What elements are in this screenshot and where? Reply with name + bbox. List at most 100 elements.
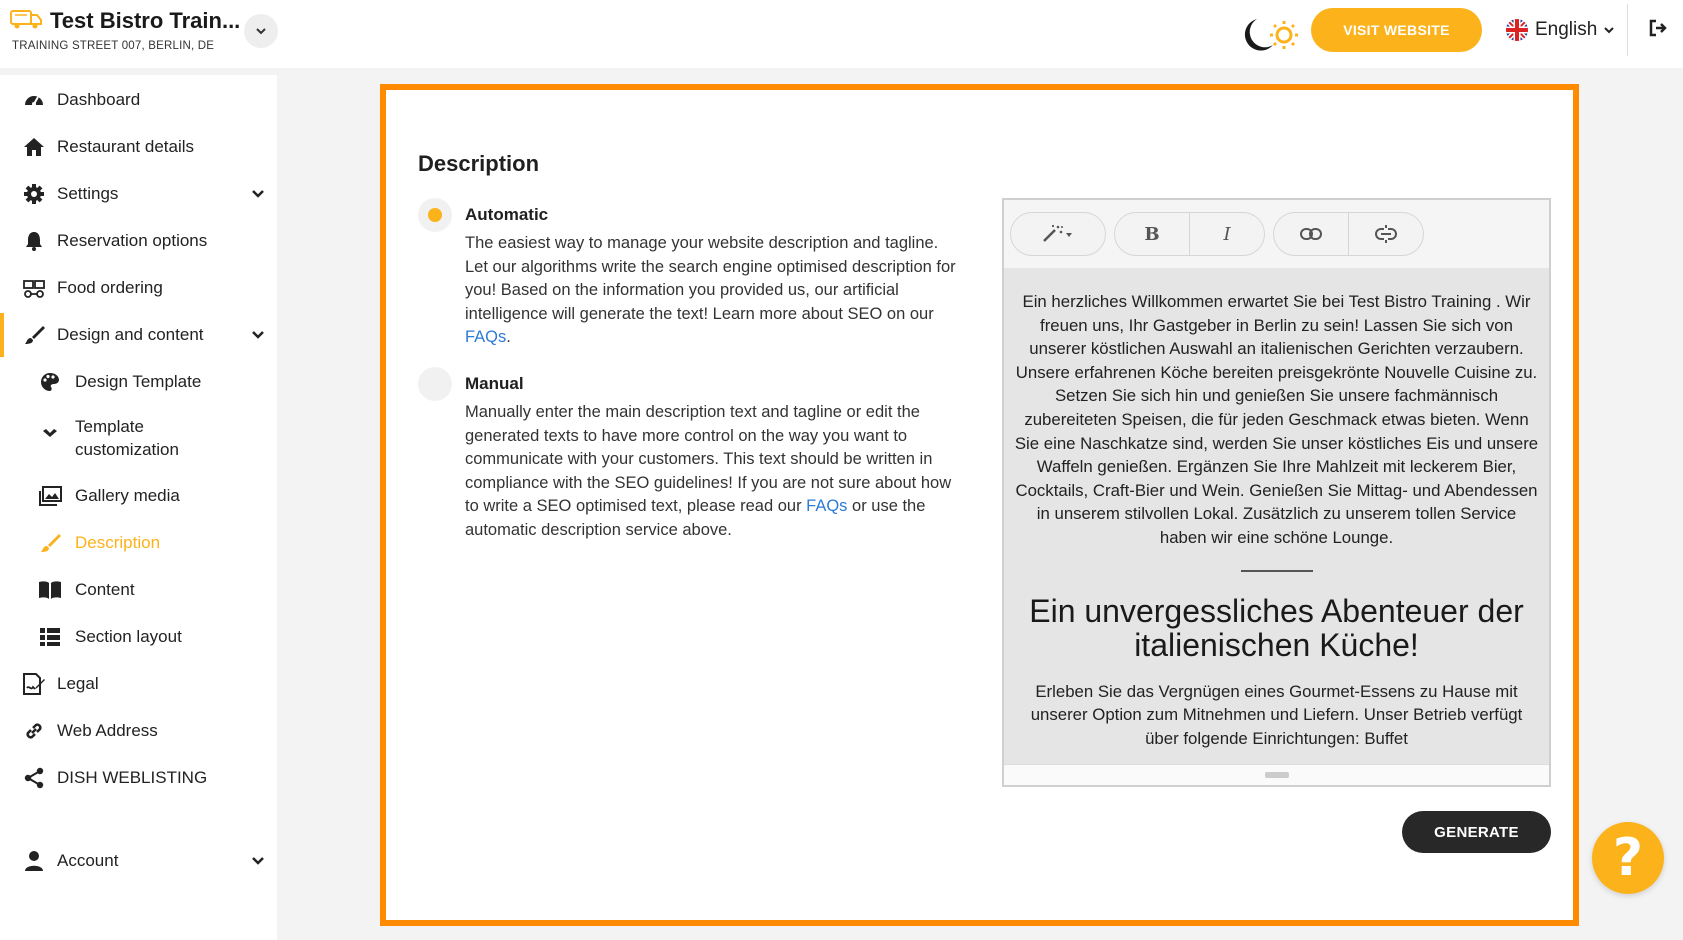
restaurant-switcher-button[interactable] bbox=[244, 14, 278, 48]
share-icon bbox=[22, 766, 46, 790]
top-header: Test Bistro Train... TRAINING STREET 007… bbox=[0, 0, 1683, 68]
brush-icon bbox=[22, 323, 46, 347]
sidebar-item-restaurant-details[interactable]: Restaurant details bbox=[0, 127, 277, 167]
header-divider bbox=[1627, 4, 1628, 56]
page-title: Description bbox=[418, 151, 540, 176]
unlink-icon bbox=[1375, 225, 1397, 243]
generate-button[interactable]: GENERATE bbox=[1402, 811, 1551, 853]
sidebar-item-label: Gallery media bbox=[75, 486, 180, 505]
magic-wand-button[interactable] bbox=[1011, 213, 1105, 255]
sidebar-item-web-address[interactable]: Web Address bbox=[0, 711, 277, 751]
bell-icon bbox=[22, 229, 46, 253]
sidebar-item-gallery-media[interactable]: Gallery media bbox=[0, 476, 277, 516]
sidebar-item-food-ordering[interactable]: Food ordering bbox=[0, 268, 277, 308]
home-icon bbox=[22, 135, 46, 159]
sidebar-item-design-and-content[interactable]: Design and content bbox=[0, 315, 277, 355]
editor-resize-handle[interactable] bbox=[1004, 764, 1549, 785]
uk-flag-icon bbox=[1506, 19, 1528, 41]
faq-link[interactable]: FAQs bbox=[806, 497, 847, 515]
chevron-down-icon bbox=[256, 28, 266, 35]
sidebar-item-account[interactable]: Account bbox=[0, 841, 277, 881]
sidebar-item-template-customization[interactable]: Template customization bbox=[0, 407, 277, 467]
link-icon bbox=[1300, 228, 1322, 240]
automatic-radio[interactable] bbox=[418, 198, 452, 232]
sidebar-item-section-layout[interactable]: Section layout bbox=[0, 617, 277, 657]
editor-heading: Ein unvergessliches Abenteuer der italie… bbox=[1029, 592, 1524, 663]
user-icon bbox=[22, 849, 46, 873]
sidebar-item-label: Account bbox=[57, 851, 119, 870]
sidebar-item-label: Dashboard bbox=[57, 90, 141, 109]
editor-content[interactable]: Ein herzliches Willkommen erwartet Sie b… bbox=[1004, 268, 1549, 764]
palette-icon bbox=[38, 370, 62, 394]
toolbar-group-magic bbox=[1010, 212, 1106, 256]
sidebar-item-label: Food ordering bbox=[57, 278, 163, 297]
rich-text-editor[interactable]: B I Ein herzliches Willkommen erwartet S… bbox=[1002, 198, 1551, 787]
sidebar-item-label: Reservation options bbox=[57, 231, 208, 250]
sidebar-item-label: Section layout bbox=[75, 627, 182, 646]
visit-website-button[interactable]: VISIT WEBSITE bbox=[1311, 8, 1482, 52]
language-selector[interactable]: English bbox=[1505, 17, 1615, 43]
book-icon bbox=[38, 578, 62, 602]
food-truck-icon bbox=[10, 10, 42, 29]
manual-radio[interactable] bbox=[418, 367, 452, 401]
manual-option-text: Manually enter the main description text… bbox=[465, 401, 965, 542]
restaurant-address: TRAINING STREET 007, BERLIN, DE bbox=[12, 40, 215, 52]
list-icon bbox=[38, 625, 62, 649]
sidebar: Dashboard Restaurant details Settings Re… bbox=[0, 75, 277, 940]
magic-wand-icon bbox=[1043, 224, 1072, 242]
sidebar-item-dish-weblisting[interactable]: DISH WEBLISTING bbox=[0, 758, 277, 798]
sidebar-item-label: Content bbox=[75, 580, 135, 599]
help-button[interactable]: ? bbox=[1592, 822, 1664, 894]
sidebar-item-settings[interactable]: Settings bbox=[0, 174, 277, 214]
resize-grip bbox=[1265, 772, 1289, 778]
chevron-down-icon bbox=[1604, 27, 1615, 34]
editor-paragraph: Erleben Sie das Vergnügen eines Gourmet-… bbox=[1030, 681, 1523, 748]
sidebar-item-label-line1: Template bbox=[75, 417, 144, 436]
sidebar-item-label-line2: customization bbox=[75, 440, 179, 459]
italic-button[interactable]: I bbox=[1190, 213, 1264, 255]
moon-sun-icon[interactable] bbox=[1233, 15, 1301, 55]
faq-link[interactable]: FAQs bbox=[465, 328, 506, 346]
link-button[interactable] bbox=[1274, 213, 1348, 255]
sidebar-item-legal[interactable]: Legal bbox=[0, 664, 277, 704]
question-mark-icon: ? bbox=[1612, 828, 1644, 888]
sidebar-item-label: Template customization bbox=[75, 415, 179, 461]
sidebar-item-label: Legal bbox=[57, 674, 99, 693]
toolbar-group-link bbox=[1273, 212, 1424, 256]
automatic-option-text: The easiest way to manage your website d… bbox=[465, 232, 965, 350]
restaurant-name: Test Bistro Train... bbox=[50, 8, 241, 33]
gear-icon bbox=[22, 182, 46, 206]
sidebar-item-label: Restaurant details bbox=[57, 137, 195, 156]
sidebar-item-reservation-options[interactable]: Reservation options bbox=[0, 221, 277, 261]
sidebar-item-label: Design and content bbox=[57, 325, 204, 344]
chevron-down-icon bbox=[252, 190, 264, 198]
images-icon bbox=[38, 484, 62, 508]
chevron-down-icon bbox=[252, 331, 264, 339]
editor-toolbar: B I bbox=[1004, 200, 1549, 268]
gauge-icon bbox=[22, 88, 46, 112]
chevron-down-icon bbox=[252, 857, 264, 865]
sidebar-item-design-template[interactable]: Design Template bbox=[0, 362, 277, 402]
radio-selected-dot bbox=[428, 208, 442, 222]
automatic-option-title: Automatic bbox=[465, 205, 549, 224]
logout-icon bbox=[1649, 19, 1667, 37]
link-icon bbox=[22, 719, 46, 743]
bold-button[interactable]: B bbox=[1115, 213, 1189, 255]
automatic-text-end: . bbox=[506, 328, 511, 346]
sidebar-item-label: Settings bbox=[57, 184, 119, 203]
food-delivery-icon bbox=[22, 276, 46, 300]
sidebar-item-label: Web Address bbox=[57, 721, 158, 740]
sidebar-item-label: DISH WEBLISTING bbox=[57, 768, 208, 787]
sidebar-item-description[interactable]: Description bbox=[0, 523, 277, 563]
sliders-icon bbox=[38, 423, 62, 447]
logout-button[interactable] bbox=[1645, 15, 1671, 41]
automatic-text-body: The easiest way to manage your website d… bbox=[465, 234, 956, 323]
document-sign-icon bbox=[22, 672, 46, 696]
sidebar-item-content[interactable]: Content bbox=[0, 570, 277, 610]
sidebar-item-dashboard[interactable]: Dashboard bbox=[0, 80, 277, 120]
editor-paragraph: Ein herzliches Willkommen erwartet Sie b… bbox=[1014, 292, 1539, 547]
pencil-icon bbox=[38, 531, 62, 555]
editor-divider bbox=[1240, 569, 1313, 572]
sidebar-item-label: Design Template bbox=[75, 372, 202, 391]
unlink-button[interactable] bbox=[1349, 213, 1423, 255]
